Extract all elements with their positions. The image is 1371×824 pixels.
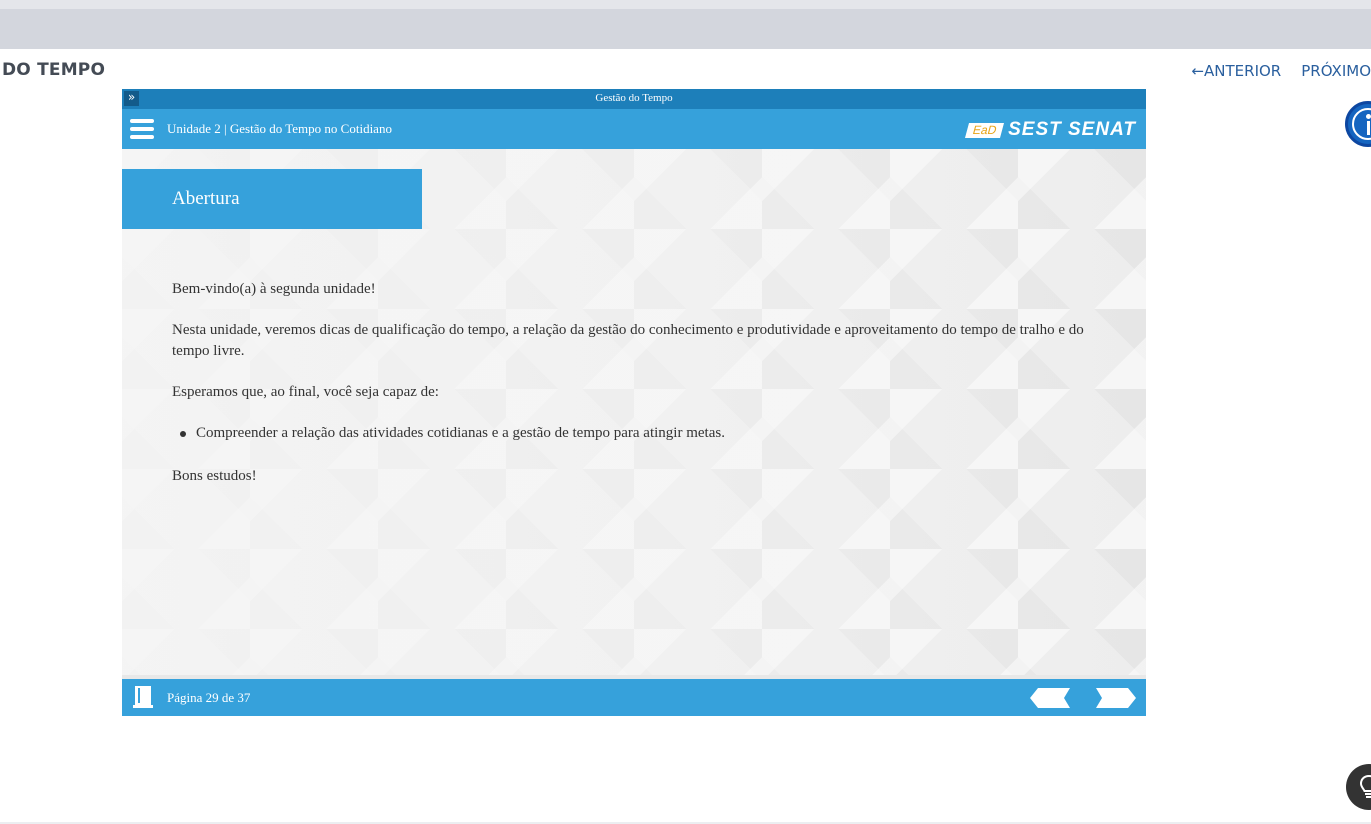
anterior-label: ANTERIOR [1204, 62, 1282, 80]
player-footer: Página 29 de 37 [122, 679, 1146, 716]
prev-arrow-icon[interactable] [1030, 688, 1072, 708]
closing-text: Bons estudos! [172, 468, 257, 484]
lightbulb-icon [1360, 775, 1371, 798]
proximo-link[interactable]: PRÓXIMO [1301, 62, 1371, 80]
book-icon[interactable] [133, 686, 153, 708]
brand-name: SEST SENAT [1008, 119, 1136, 140]
course-title: DO TEMPO [2, 60, 106, 80]
course-player: » Gestão do Tempo Unidade 2 | Gestão do … [122, 89, 1146, 716]
goals-list: Compreender a relação das atividades cot… [172, 423, 1092, 444]
player-title: Gestão do Tempo [595, 92, 673, 104]
anterior-link[interactable]: ←ANTERIOR [1191, 62, 1281, 80]
welcome-text: Bem-vindo(a) à segunda unidade! [172, 281, 376, 297]
browser-top-strip [0, 0, 1371, 9]
expect-text: Esperamos que, ao final, você seja capaz… [172, 384, 439, 400]
slide-content: Abertura Bem-vindo(a) à segunda unidade!… [122, 149, 1146, 675]
site-header-bar [0, 9, 1371, 49]
player-title-bar: » Gestão do Tempo [122, 89, 1146, 109]
unit-title: Unidade 2 | Gestão do Tempo no Cotidiano [167, 121, 392, 136]
page-counter: Página 29 de 37 [167, 690, 251, 705]
menu-icon[interactable] [130, 119, 154, 139]
sest-senat-logo: EaD SEST SENAT [964, 119, 1136, 141]
accessibility-icon [1352, 108, 1371, 140]
lightbulb-button[interactable] [1346, 764, 1371, 810]
double-chevron-icon[interactable]: » [124, 91, 139, 106]
next-arrow-icon[interactable] [1094, 688, 1136, 708]
unit-bar: Unidade 2 | Gestão do Tempo no Cotidiano… [122, 109, 1146, 149]
list-item: Compreender a relação das atividades cot… [172, 423, 1092, 444]
section-title: Abertura [122, 169, 422, 229]
course-navigation: ←ANTERIOR PRÓXIMO [1191, 62, 1371, 80]
slide-text: Bem-vindo(a) à segunda unidade! Nesta un… [172, 279, 1092, 507]
accessibility-button[interactable] [1345, 101, 1371, 147]
intro-text: Nesta unidade, veremos dicas de qualific… [172, 322, 1084, 359]
left-arrow-icon: ← [1191, 62, 1205, 80]
ead-badge: EaD [964, 122, 1005, 138]
